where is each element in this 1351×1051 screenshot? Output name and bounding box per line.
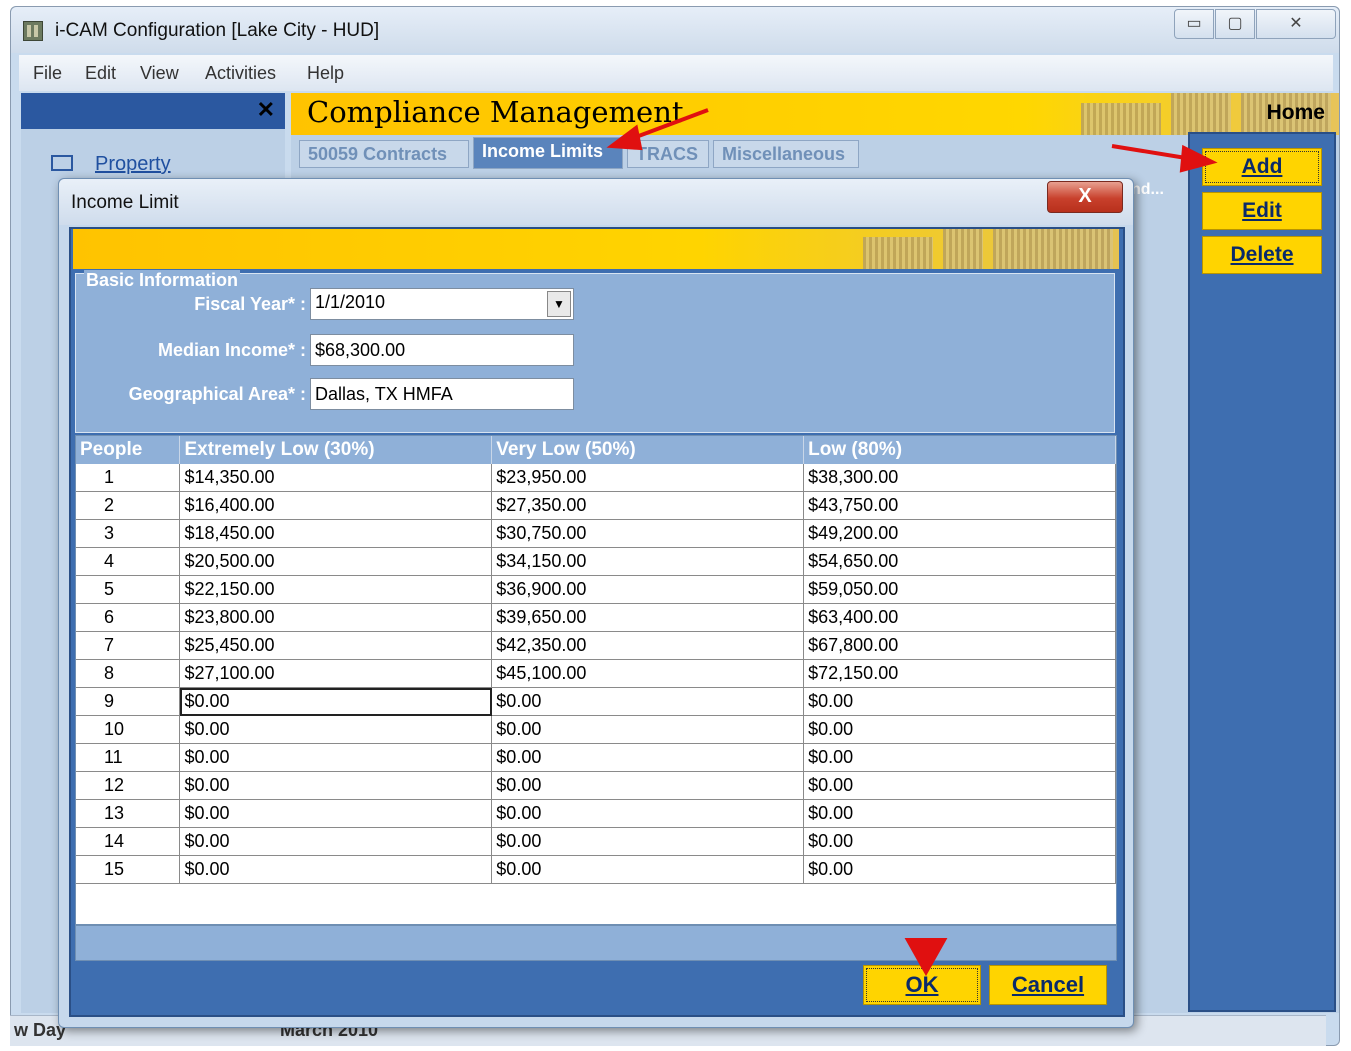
arrow-head-icon [904,938,948,977]
arrow-head-icon [606,124,643,151]
annotation-arrow [1111,144,1187,160]
arrow-head-icon [1179,144,1218,173]
annotation-arrows [606,108,1218,977]
annotation-arrow [627,108,709,142]
